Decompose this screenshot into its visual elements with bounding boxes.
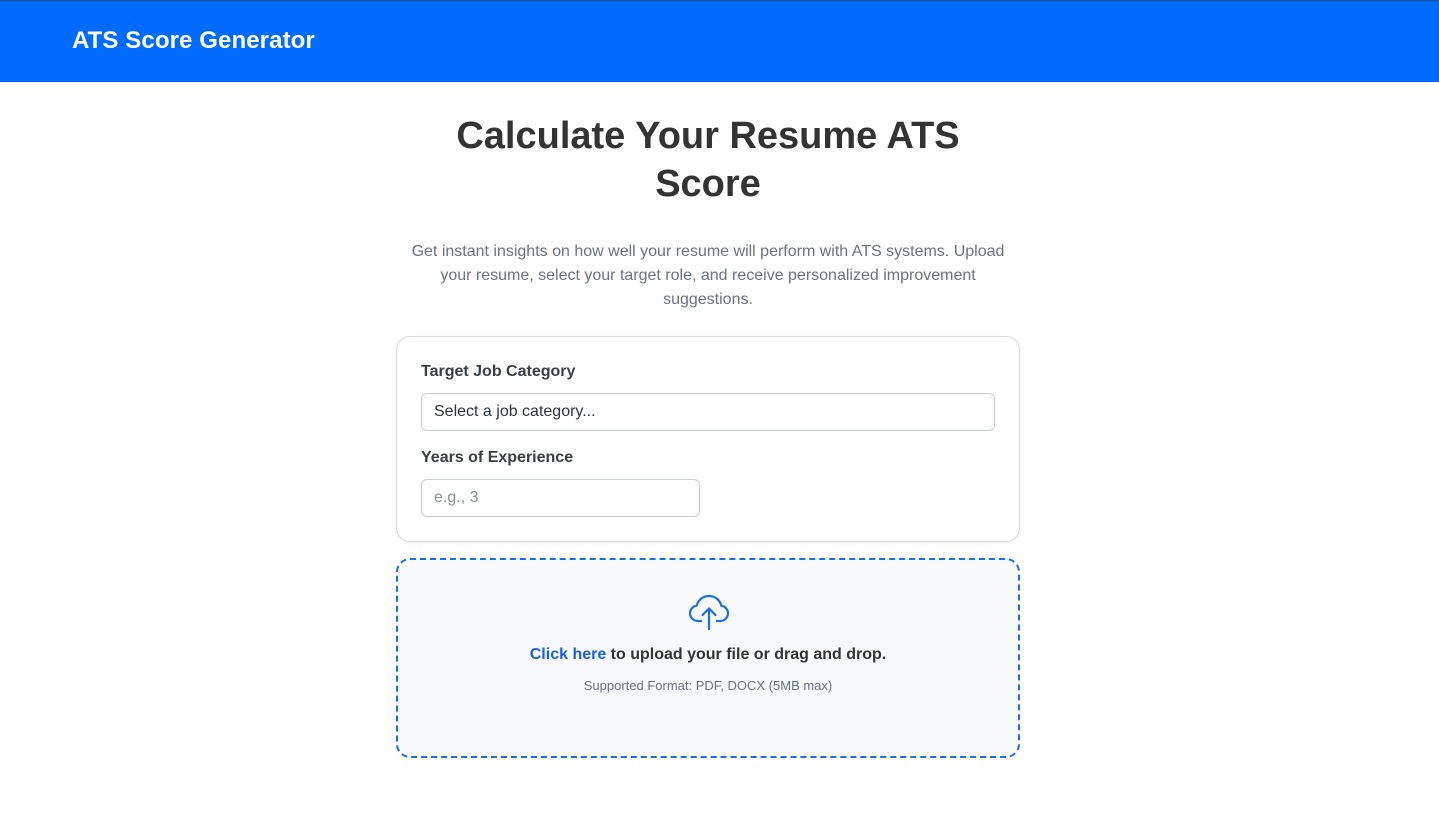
job-category-select[interactable]: Select a job category...	[421, 393, 995, 431]
job-category-label: Target Job Category	[421, 363, 576, 380]
page-title: Calculate Your Resume ATS Score	[456, 115, 960, 205]
main-content: Calculate Your Resume ATS Score Get inst…	[396, 82, 1020, 542]
resume-details-card: Target Job Category Select a job categor…	[396, 336, 1020, 542]
top-navbar: ATS Score Generator	[0, 0, 1439, 82]
resume-upload-dropzone[interactable]: Click here to upload your file or drag a…	[396, 558, 1020, 758]
app-title[interactable]: ATS Score Generator	[72, 27, 315, 55]
click-here-link[interactable]: Click here	[530, 646, 606, 663]
upload-instructions: Click here to upload your file or drag a…	[398, 646, 1018, 664]
experience-label: Years of Experience	[421, 449, 574, 466]
page-subtitle: Get instant insights on how well your re…	[411, 243, 1005, 308]
job-category-selected-value: Select a job category...	[434, 403, 596, 420]
experience-input[interactable]	[421, 479, 700, 517]
upload-prompt-text: to upload your file or drag and drop.	[606, 646, 887, 663]
cloud-upload-icon	[688, 594, 730, 631]
supported-formats-note: Supported Format: PDF, DOCX (5MB max)	[583, 678, 833, 693]
